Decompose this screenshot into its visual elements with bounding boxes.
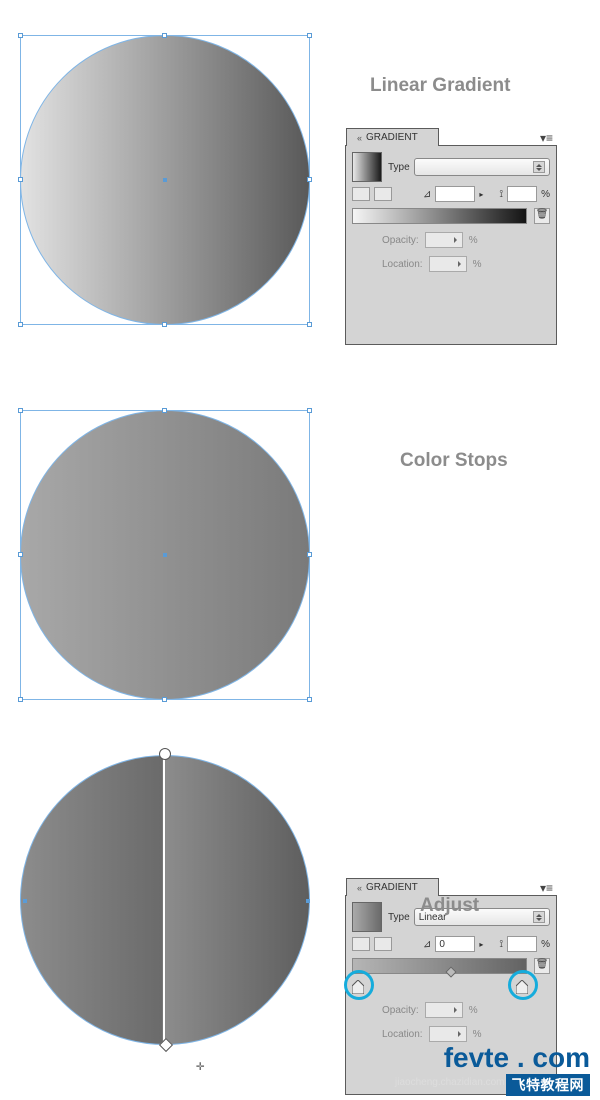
section-title: Adjust (420, 895, 479, 917)
location-label: Location: (382, 259, 423, 270)
dropdown-caret-icon (533, 161, 545, 173)
center-point-icon (163, 553, 167, 557)
section-adjust: ✛ Adjust (20, 740, 580, 1050)
watermark: fevte . com 飞特教程网 (444, 1042, 590, 1096)
resize-handle[interactable] (307, 552, 312, 557)
percent-label: % (469, 235, 478, 246)
type-label: Type (388, 162, 410, 173)
gradient-options-button[interactable] (374, 187, 392, 201)
section-color-stops: Color Stops « GRADIENT ▾≡ Type Linear ⊿ … (20, 395, 580, 715)
resize-handle[interactable] (307, 697, 312, 702)
resize-handle[interactable] (307, 177, 312, 182)
collapse-toggle-icon[interactable]: « (357, 133, 362, 143)
resize-handle[interactable] (18, 177, 23, 182)
gradient-swatch[interactable] (352, 152, 382, 182)
reverse-gradient-button[interactable] (352, 187, 370, 201)
panel-menu-icon[interactable]: ▾≡ (540, 131, 553, 145)
resize-handle[interactable] (162, 33, 167, 38)
gradient-annotator-line[interactable] (163, 755, 165, 1045)
percent-label: % (473, 259, 482, 270)
resize-handle[interactable] (18, 322, 23, 327)
resize-handle[interactable] (307, 408, 312, 413)
selection-bounding-box[interactable] (20, 410, 310, 700)
resize-handle[interactable] (307, 322, 312, 327)
gradient-panel: « GRADIENT ▾≡ Type ⊿ ▸ ⟟ (345, 145, 557, 345)
stepper-icon[interactable]: ▸ (479, 190, 483, 199)
resize-handle[interactable] (307, 33, 312, 38)
watermark-sub: 飞特教程网 (506, 1074, 591, 1096)
resize-handle[interactable] (162, 408, 167, 413)
resize-handle[interactable] (162, 697, 167, 702)
opacity-input[interactable] (425, 232, 463, 248)
type-dropdown[interactable] (414, 158, 550, 176)
percent-label: % (541, 189, 550, 200)
section-title: Linear Gradient (370, 75, 510, 97)
resize-handle[interactable] (18, 697, 23, 702)
angle-icon: ⊿ (423, 188, 431, 200)
cursor-crosshair-icon: ✛ (196, 1058, 204, 1074)
gradient-ramp[interactable] (352, 208, 527, 224)
center-point-icon (163, 178, 167, 182)
selection-bounding-box[interactable] (20, 35, 310, 325)
preview-circle-adjust (20, 755, 310, 1045)
resize-handle[interactable] (18, 408, 23, 413)
delete-stop-button[interactable]: 🗑 (534, 208, 550, 224)
resize-handle[interactable] (162, 322, 167, 327)
watermark-brand: fevte . com (444, 1042, 590, 1074)
panel-tab[interactable]: « GRADIENT (346, 128, 439, 146)
anchor-point-icon[interactable] (306, 899, 310, 903)
panel-body: Type ⊿ ▸ ⟟ % 🗑 (346, 146, 556, 278)
gradient-origin-handle[interactable] (159, 748, 171, 760)
panel-title: GRADIENT (366, 132, 418, 143)
angle-input[interactable] (435, 186, 475, 202)
location-input[interactable] (429, 256, 467, 272)
section-linear-gradient: Linear Gradient « GRADIENT ▾≡ Type ⊿ (20, 20, 580, 340)
aspect-input[interactable] (507, 186, 537, 202)
opacity-label: Opacity: (382, 235, 419, 246)
resize-handle[interactable] (18, 552, 23, 557)
anchor-point-icon[interactable] (23, 899, 27, 903)
aspect-icon: ⟟ (499, 189, 503, 200)
resize-handle[interactable] (18, 33, 23, 38)
section-title: Color Stops (400, 450, 508, 472)
